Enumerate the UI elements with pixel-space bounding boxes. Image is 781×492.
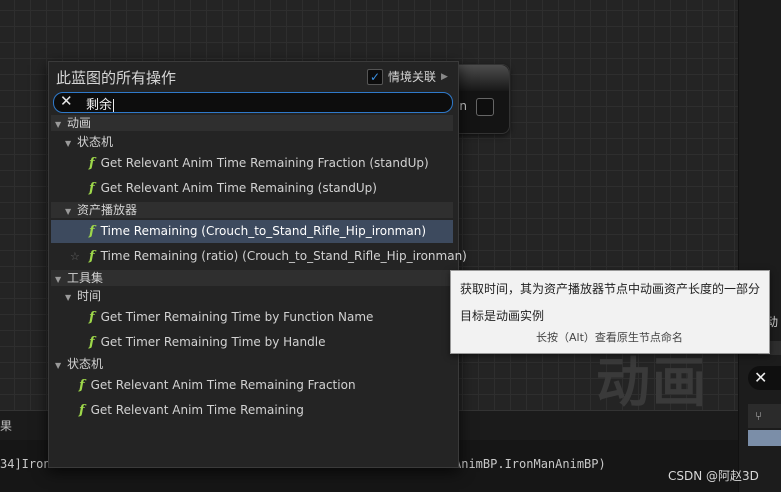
- expand-arrow-icon[interactable]: ▼: [65, 204, 77, 220]
- tooltip: 获取时间，其为资产播放器节点中动画资产长度的一部分 目标是动画实例 长按（Alt…: [450, 270, 770, 354]
- action-item[interactable]: f Get Relevant Anim Time Remaining Fracti…: [51, 374, 453, 397]
- category-label: 状态机: [77, 135, 114, 149]
- context-sensitive-label: 情境关联: [388, 70, 437, 84]
- category-row[interactable]: ▼ 资产播放器: [51, 202, 453, 218]
- action-item[interactable]: f Get Relevant Anim Time Remaining: [51, 399, 453, 422]
- action-label: Time Remaining (Crouch_to_Stand_Rifle_Hi…: [100, 224, 427, 238]
- category-row[interactable]: ▼ 动画: [51, 115, 453, 131]
- action-item[interactable]: f Get Timer Remaining Time by Handle: [51, 331, 453, 354]
- category-row[interactable]: ▼ 状态机: [51, 134, 453, 150]
- menu-title: 此蓝图的所有操作: [56, 69, 177, 87]
- chevron-right-icon[interactable]: ▶: [441, 72, 448, 82]
- action-label: Get Relevant Anim Time Remaining Fractio…: [100, 156, 429, 170]
- action-label: Get Relevant Anim Time Remaining: [90, 403, 304, 417]
- category-label: 状态机: [67, 357, 104, 371]
- action-menu: 此蓝图的所有操作 ✓ 情境关联 ▶ ✕ 剩余 ▼ 动画 ▼ 状态机 f Get Relev…: [48, 61, 467, 468]
- action-item[interactable]: f Time Remaining (Crouch_to_Stand_Rifle_H…: [51, 220, 453, 243]
- tooltip-description: 获取时间，其为资产播放器节点中动画资产长度的一部分: [460, 282, 761, 296]
- function-icon: f: [89, 310, 95, 325]
- category-label: 动画: [67, 116, 92, 130]
- csdn-watermark: CSDN @阿赵3D: [668, 469, 759, 483]
- favorite-star-icon[interactable]: ☆: [70, 245, 80, 268]
- action-label: Get Timer Remaining Time by Handle: [100, 335, 326, 349]
- function-icon: f: [89, 156, 95, 171]
- expand-arrow-icon[interactable]: ▼: [55, 358, 67, 374]
- category-label: 工具集: [67, 271, 104, 285]
- category-row[interactable]: ▼ 工具集: [51, 270, 453, 286]
- expand-arrow-icon[interactable]: ▼: [55, 272, 67, 288]
- search-input[interactable]: 剩余: [86, 94, 115, 113]
- action-label: Time Remaining (ratio) (Crouch_to_Stand_…: [100, 249, 467, 263]
- action-item[interactable]: f Get Timer Remaining Time by Function Na…: [51, 306, 453, 329]
- action-label: Get Timer Remaining Time by Function Nam…: [100, 310, 374, 324]
- checkbox-icon[interactable]: ✓: [367, 68, 383, 85]
- category-label: 资产播放器: [77, 203, 138, 217]
- tooltip-target: 目标是动画实例: [460, 309, 545, 323]
- tooltip-hint: 长按（Alt）查看原生节点命名: [536, 331, 683, 344]
- log-text-right: AnimBP.IronManAnimBP): [454, 457, 606, 471]
- close-icon[interactable]: ✕: [748, 366, 781, 390]
- function-icon: f: [89, 224, 95, 239]
- clear-search-icon[interactable]: ✕: [60, 92, 73, 110]
- action-item[interactable]: f Get Relevant Anim Time Remaining Fracti…: [51, 152, 453, 175]
- right-panel-selected-row[interactable]: [748, 430, 781, 446]
- action-item[interactable]: f Get Relevant Anim Time Remaining (stand…: [51, 177, 453, 200]
- node-pin-checkbox[interactable]: [476, 98, 494, 116]
- expand-arrow-icon[interactable]: ▼: [65, 136, 77, 152]
- search-field[interactable]: ✕ 剩余: [53, 92, 453, 113]
- branch-icon[interactable]: ⑂: [748, 404, 781, 428]
- category-row[interactable]: ▼ 时间: [51, 288, 453, 304]
- expand-arrow-icon[interactable]: ▼: [55, 117, 67, 133]
- bottom-panel-label: 果: [0, 419, 13, 433]
- function-icon: f: [79, 378, 85, 393]
- context-sensitive-toggle[interactable]: ✓ 情境关联 ▶: [367, 68, 448, 85]
- action-item[interactable]: ☆ f Time Remaining (ratio) (Crouch_to_Stan…: [51, 245, 467, 268]
- function-icon: f: [89, 249, 95, 264]
- category-row[interactable]: ▼ 状态机: [51, 356, 453, 372]
- expand-arrow-icon[interactable]: ▼: [65, 290, 77, 306]
- action-label: Get Relevant Anim Time Remaining Fractio…: [90, 378, 356, 392]
- category-label: 时间: [77, 289, 102, 303]
- action-label: Get Relevant Anim Time Remaining (standU…: [100, 181, 377, 195]
- action-tree: ▼ 动画 ▼ 状态机 f Get Relevant Anim Time Remaining…: [49, 115, 467, 467]
- function-icon: f: [89, 335, 95, 350]
- function-icon: f: [79, 403, 85, 418]
- function-icon: f: [89, 181, 95, 196]
